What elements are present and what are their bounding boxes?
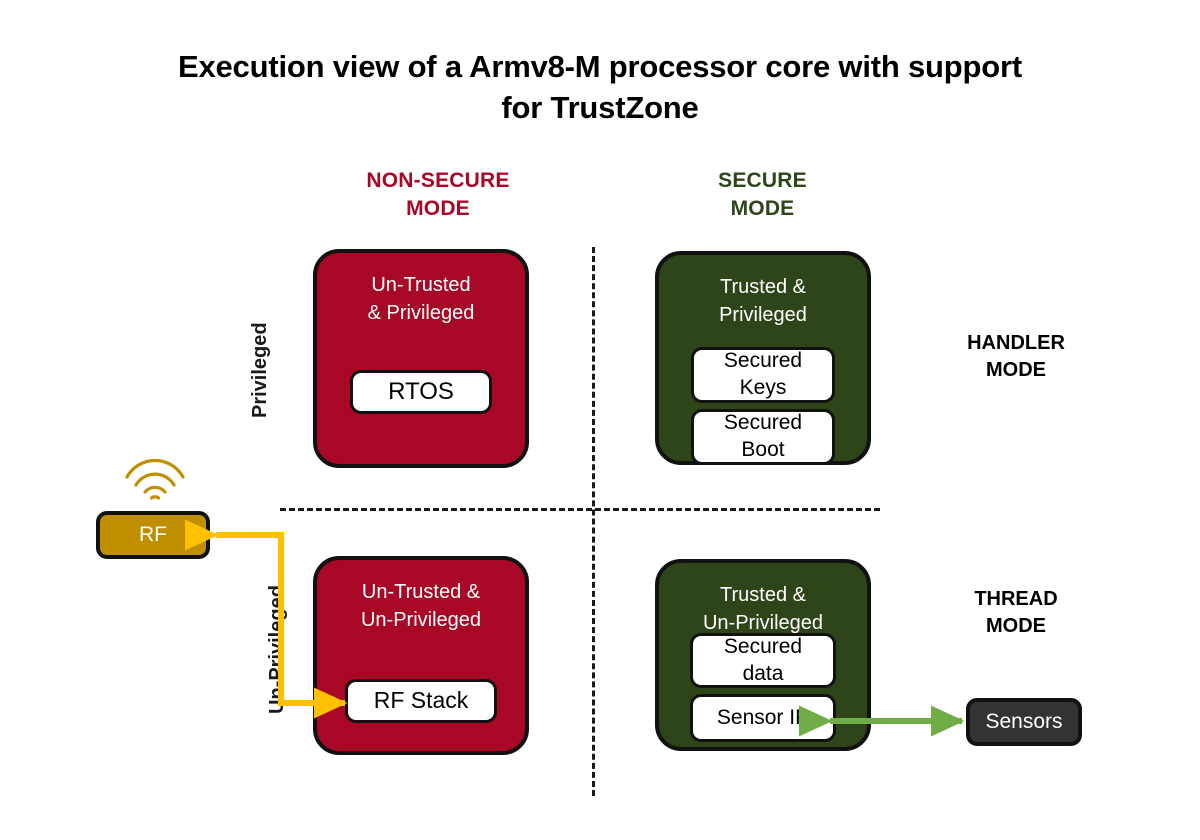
- zone-title: Un-Trusted & Privileged: [367, 274, 475, 325]
- peripheral-rf[interactable]: RF: [96, 511, 210, 559]
- component-stack: Secured data Sensor IP: [690, 633, 836, 742]
- component-secured-keys[interactable]: Secured Keys: [691, 347, 835, 403]
- zone-title: Trusted & Un-Privileged: [702, 584, 824, 635]
- component-sensor-ip[interactable]: Sensor IP: [690, 694, 836, 742]
- peripheral-rf-label: RF: [139, 523, 167, 546]
- page-title: Execution view of a Armv8-M processor co…: [178, 49, 1022, 126]
- row-label-un-privileged: Un-Privileged: [266, 585, 288, 714]
- antenna-waves-icon: [125, 458, 185, 500]
- column-header-secure: SECURE MODE: [718, 169, 807, 220]
- component-secured-data[interactable]: Secured data: [690, 633, 836, 688]
- component-secured-boot[interactable]: Secured Boot: [691, 409, 835, 465]
- component-rtos[interactable]: RTOS: [350, 370, 492, 414]
- zone-secure-un-privileged[interactable]: Trusted & Un-Privileged Secured data Sen…: [655, 559, 871, 751]
- mode-label-handler: HANDLER MODE: [967, 332, 1065, 381]
- component-stack: Secured Keys Secured Boot: [691, 347, 835, 465]
- zone-non-secure-privileged[interactable]: Un-Trusted & Privileged RTOS: [313, 249, 529, 468]
- component-rf-stack[interactable]: RF Stack: [345, 679, 497, 723]
- zone-title: Un-Trusted & Un-Privileged: [360, 581, 482, 632]
- divider-horizontal: [280, 508, 880, 511]
- row-label-privileged: Privileged: [249, 322, 271, 418]
- divider-vertical: [592, 247, 595, 796]
- diagram-canvas: Execution view of a Armv8-M processor co…: [0, 0, 1200, 840]
- zone-non-secure-un-privileged[interactable]: Un-Trusted & Un-Privileged RF Stack: [313, 556, 529, 755]
- zone-secure-privileged[interactable]: Trusted & Privileged Secured Keys Secure…: [655, 251, 871, 465]
- peripheral-sensors-label: Sensors: [985, 710, 1063, 733]
- column-header-non-secure: NON-SECURE MODE: [366, 169, 510, 220]
- peripheral-sensors[interactable]: Sensors: [966, 698, 1082, 746]
- zone-title: Trusted & Privileged: [719, 276, 807, 327]
- mode-label-thread: THREAD MODE: [974, 588, 1058, 637]
